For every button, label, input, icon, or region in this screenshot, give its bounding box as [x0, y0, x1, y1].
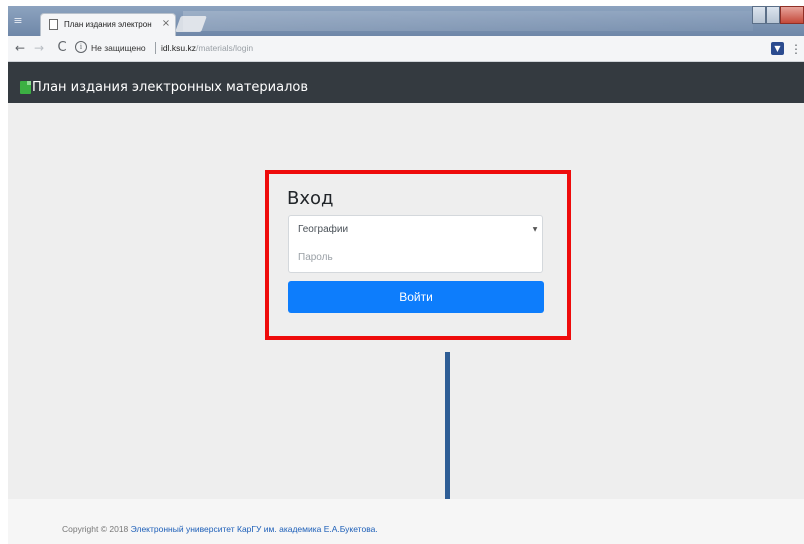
site-navbar: План издания электронных материалов [8, 62, 804, 103]
login-title: Вход [287, 188, 334, 209]
brand-icon [20, 81, 31, 94]
info-icon[interactable]: i [75, 41, 87, 53]
url-text: idl.ksu.kz/materials/login [161, 42, 321, 54]
close-icon[interactable]: × [159, 17, 173, 31]
extension-icon[interactable]: ▼ [771, 42, 784, 55]
menu-icon[interactable]: ≡ [12, 14, 24, 27]
security-label: Не защищено [91, 43, 146, 53]
brand-title[interactable]: План издания электронных материалов [32, 79, 452, 97]
selected-faculty: Географии [298, 224, 349, 235]
browser-tab[interactable]: План издания электрон × [40, 13, 176, 36]
back-icon[interactable]: ← [11, 39, 29, 57]
footer-text: Copyright © 2018 Электронный университет… [62, 522, 442, 536]
forward-icon[interactable]: → [30, 39, 48, 57]
window-close-button[interactable] [780, 6, 804, 24]
login-button[interactable]: Войти [288, 281, 544, 313]
password-field[interactable]: Пароль [288, 243, 543, 273]
reload-icon[interactable]: C [53, 39, 71, 57]
browser-titlebar: ≡ План издания электрон × [8, 6, 804, 36]
page-footer: Copyright © 2018 Электронный университет… [8, 499, 804, 544]
maximize-button[interactable] [766, 6, 780, 24]
minimize-button[interactable] [752, 6, 766, 24]
faculty-select[interactable]: Географии ▼ [288, 215, 543, 244]
chevron-down-icon: ▼ [532, 226, 538, 233]
password-placeholder: Пароль [298, 252, 333, 263]
browser-toolbar: ← → C i Не защищено idl.ksu.kz/materials… [8, 36, 804, 62]
window-controls [752, 6, 804, 26]
address-bar[interactable]: i Не защищено idl.ksu.kz/materials/login [71, 39, 783, 57]
url-host: idl.ksu.kz [161, 43, 196, 53]
university-link[interactable]: Электронный университет КарГУ им. академ… [131, 524, 378, 534]
login-form: Вход Географии ▼ Пароль Войти [265, 170, 571, 340]
tab-title: План издания электрон [64, 20, 152, 29]
more-icon[interactable]: ⋮ [790, 41, 802, 57]
page-icon [49, 19, 58, 30]
url-path: /materials/login [195, 43, 254, 53]
tab-strip [183, 11, 753, 31]
browser-window: ≡ План издания электрон × ← → C i Не защ… [8, 6, 804, 544]
copyright-text: Copyright © 2018 [62, 524, 129, 534]
address-divider [155, 42, 156, 54]
